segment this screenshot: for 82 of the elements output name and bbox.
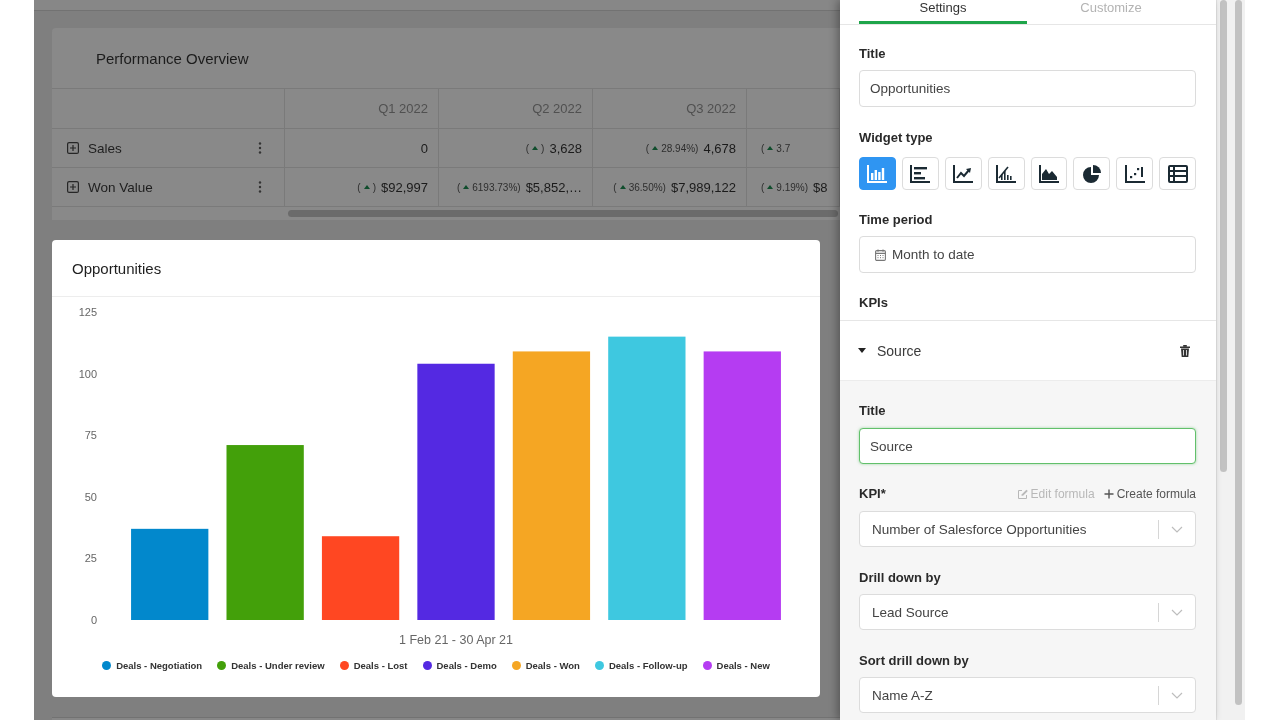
change-text: 36.50%) (628, 181, 666, 193)
calendar-icon (875, 248, 886, 261)
chart-title: Opportunities (72, 259, 162, 277)
expand-icon[interactable] (67, 142, 79, 154)
time-period-field[interactable]: Month to date (859, 236, 1196, 273)
field-label: Title (859, 403, 886, 419)
row-label: Won Value (88, 179, 154, 195)
trash-icon[interactable] (1180, 344, 1190, 357)
change-text: ( (456, 181, 461, 193)
y-axis-label: 0 (90, 614, 97, 626)
pie-chart-icon (1081, 163, 1102, 184)
row-label: Sales (88, 140, 123, 156)
change-text: ) (541, 142, 545, 154)
legend-label[interactable]: Deals - New (716, 659, 770, 671)
chevron-down-icon (1171, 691, 1183, 699)
bar-chart-icon (909, 163, 932, 184)
change-text: 6193.73%) (472, 181, 521, 193)
widget-title: Performance Overview (96, 49, 249, 67)
chevron-down-icon (1171, 525, 1183, 533)
legend-label[interactable]: Deals - Demo (436, 659, 497, 671)
y-axis-label: 50 (84, 490, 97, 503)
kpi-title-input[interactable]: Source (859, 428, 1196, 464)
more-options-icon[interactable] (258, 181, 262, 193)
area-chart-icon (1037, 163, 1060, 184)
y-axis-label: 125 (78, 306, 97, 318)
field-label: Time period (859, 212, 933, 228)
combo-chart-icon (995, 163, 1018, 184)
cell-value: $92,997 (381, 179, 428, 195)
column-header: Q1 2022 (378, 101, 428, 116)
scrollbar-thumb[interactable] (1220, 0, 1227, 472)
change-text: ( (525, 142, 530, 154)
edit-icon (1016, 488, 1028, 500)
field-label: KPI* (859, 486, 886, 502)
change-text: ( (645, 142, 650, 154)
scatter-chart-icon (1123, 163, 1146, 184)
create-formula-link[interactable]: Create formula (1103, 487, 1196, 501)
legend-label[interactable]: Deals - Negotiation (116, 659, 203, 671)
y-axis-label: 75 (84, 429, 97, 442)
field-label: Widget type (859, 130, 933, 146)
expand-icon[interactable] (67, 181, 79, 193)
kpi-select[interactable]: Number of Salesforce Opportunities (859, 511, 1196, 547)
table-icon (1167, 164, 1188, 183)
tab[interactable]: Settings (859, 0, 1027, 24)
field-label: Sort drill down by (859, 653, 969, 669)
cell-value: 0 (420, 140, 428, 156)
column-chart-icon (866, 163, 889, 184)
drill-down-select[interactable]: Lead Source (859, 594, 1196, 630)
field-label: KPIs (859, 295, 888, 311)
chevron-down-icon (1171, 608, 1183, 616)
line-chart-icon (952, 163, 975, 184)
column-header: Q3 2022 (686, 101, 736, 116)
y-axis-label: 100 (78, 367, 97, 380)
cell-value: 3,628 (549, 140, 582, 156)
cell-value: $8 (813, 179, 828, 195)
scrollbar-thumb[interactable] (288, 210, 838, 217)
legend-label[interactable]: Deals - Under review (231, 659, 325, 671)
legend-label[interactable]: Deals - Won (525, 659, 580, 671)
legend-label[interactable]: Deals - Lost (353, 659, 408, 671)
field-label: Drill down by (859, 570, 941, 586)
change-text: 9.19%) (776, 181, 809, 193)
cell-value: 4,678 (703, 140, 736, 156)
plus-icon (1103, 489, 1114, 499)
scrollbar-thumb[interactable] (1235, 0, 1242, 705)
change-text: ) (372, 181, 376, 193)
caret-down-icon[interactable] (858, 348, 866, 353)
x-axis-title: 1 Feb 21 - 30 Apr 21 (399, 633, 513, 647)
change-text: 28.94%) (661, 142, 699, 154)
field-label: Title (859, 46, 886, 62)
y-axis-label: 25 (84, 552, 97, 565)
kpi-name[interactable]: Source (877, 342, 1180, 359)
change-text: 3.7 (776, 142, 791, 154)
change-text: ( (357, 181, 361, 193)
change-text: ( (613, 181, 617, 193)
change-text: ( (761, 181, 765, 193)
more-options-icon[interactable] (258, 142, 262, 154)
legend-label[interactable]: Deals - Follow-up (608, 659, 688, 671)
change-text: ( (761, 142, 765, 154)
sort-select[interactable]: Name A-Z (859, 677, 1196, 713)
title-input[interactable]: Opportunities (859, 70, 1196, 107)
cell-value: $7,989,122 (670, 179, 736, 195)
column-header: Q2 2022 (532, 101, 582, 116)
cell-value: $5,852,… (525, 179, 582, 195)
